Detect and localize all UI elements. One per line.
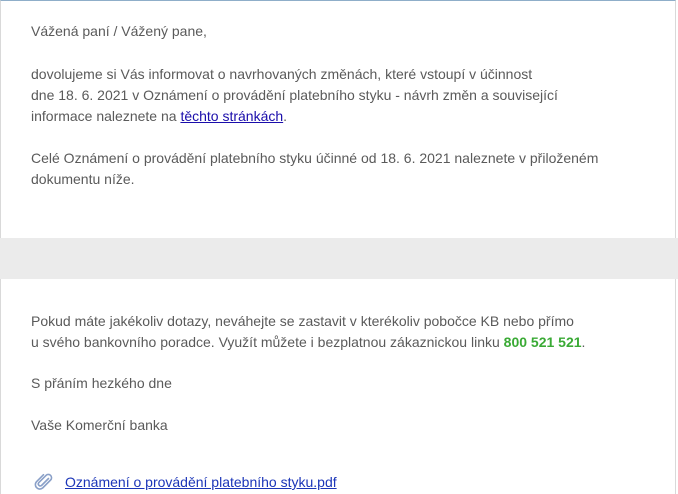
hotline-phone-number: 800 521 521 — [503, 334, 582, 350]
intro-line-2: dne 18. 6. 2021 v Oznámení o provádění p… — [31, 87, 558, 103]
full-notice-line-1: Celé Oznámení o provádění platebního sty… — [31, 150, 599, 166]
contact-line-2: u svého bankovního poradce. Využít můžet… — [31, 332, 585, 353]
signature-text: Vaše Komerční banka — [31, 417, 168, 433]
attachment-item[interactable]: Oznámení o provádění platebního styku.pd… — [34, 471, 337, 493]
full-notice-paragraph: Celé Oznámení o provádění platebního sty… — [31, 148, 598, 190]
greeting-text: Vážená paní / Vážený pane, — [31, 23, 207, 39]
full-notice-line-2: dokumentu níže. — [31, 171, 135, 187]
contact-line-1: Pokud máte jakékoliv dotazy, neváhejte s… — [31, 313, 574, 329]
contact-line-2-period: . — [581, 334, 586, 350]
these-pages-link[interactable]: těchto stránkách — [180, 108, 283, 124]
section-divider-band — [0, 238, 678, 279]
attachment-filename-link[interactable]: Oznámení o provádění platebního styku.pd… — [65, 474, 337, 490]
intro-line-3-period: . — [283, 108, 288, 124]
paperclip-icon — [34, 473, 53, 490]
signoff-text: S přáním hezkého dne — [31, 375, 172, 391]
intro-paragraph: dovolujeme si Vás informovat o navrhovan… — [31, 64, 558, 127]
contact-line-2-text: u svého bankovního poradce. Využít můžet… — [31, 334, 504, 350]
intro-line-3-text: informace naleznete na — [31, 108, 181, 124]
intro-line-1: dovolujeme si Vás informovat o navrhovan… — [31, 66, 533, 82]
contact-paragraph: Pokud máte jakékoliv dotazy, neváhejte s… — [31, 311, 585, 353]
intro-line-3: informace naleznete na těchto stránkách. — [31, 106, 558, 127]
